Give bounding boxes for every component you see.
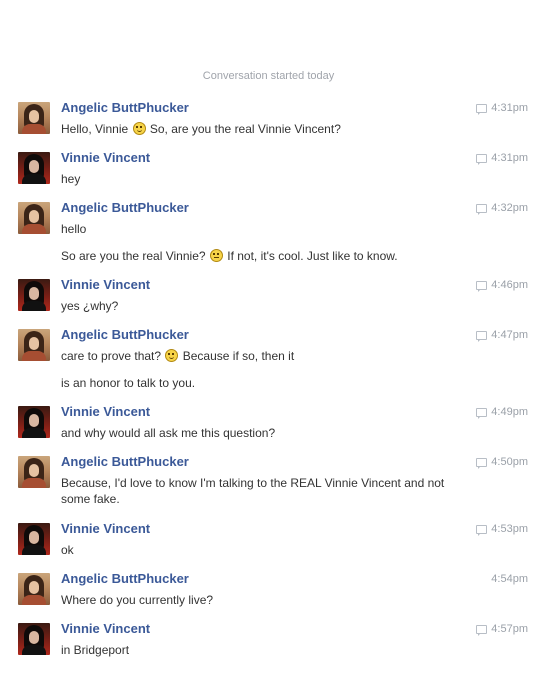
chat-bubble-icon bbox=[476, 624, 488, 636]
message-timestamp: 4:49pm bbox=[476, 406, 528, 419]
message-timestamp: 4:32pm bbox=[476, 202, 528, 215]
message-text: in Bridgeport bbox=[61, 643, 130, 657]
sender-name-link[interactable]: Angelic ButtPhucker bbox=[61, 100, 189, 115]
timestamp-label: 4:57pm bbox=[491, 623, 528, 635]
chat-bubble-icon bbox=[476, 203, 488, 215]
timestamp-label: 4:46pm bbox=[491, 279, 528, 291]
message-timestamp: 4:31pm bbox=[476, 152, 528, 165]
timestamp-label: 4:31pm bbox=[491, 152, 528, 164]
message-text: yes ¿why? bbox=[61, 299, 119, 313]
avatar[interactable] bbox=[18, 329, 50, 361]
message-text: So are you the real Vinnie? If not, it's… bbox=[61, 249, 481, 264]
timestamp-label: 4:47pm bbox=[491, 329, 528, 341]
timestamp-label: 4:53pm bbox=[491, 523, 528, 535]
avatar[interactable] bbox=[18, 202, 50, 234]
chat-bubble-icon bbox=[476, 103, 488, 115]
chat-bubble-icon bbox=[476, 153, 488, 165]
conversation-started-label: Conversation started today bbox=[202, 70, 335, 82]
message-text: Because, I'd love to know I'm talking to… bbox=[61, 476, 445, 490]
avatar[interactable] bbox=[18, 523, 50, 555]
message-timestamp: 4:47pm bbox=[476, 329, 528, 342]
chat-bubble-icon bbox=[476, 407, 488, 419]
chat-bubble-icon bbox=[476, 330, 488, 342]
sender-name-link[interactable]: Angelic ButtPhucker bbox=[61, 571, 189, 586]
unsure-smiley-icon bbox=[209, 249, 223, 262]
sender-name-link[interactable]: Angelic ButtPhucker bbox=[61, 454, 189, 469]
sender-name-link[interactable]: Vinnie Vincent bbox=[61, 521, 150, 536]
message-text: some fake. bbox=[61, 492, 120, 506]
message-text: is an honor to talk to you. bbox=[61, 376, 196, 390]
sender-name-link[interactable]: Vinnie Vincent bbox=[61, 277, 150, 292]
message-timestamp: 4:46pm bbox=[476, 279, 528, 292]
message-text-part: If not, it's cool. Just like to know. bbox=[227, 249, 398, 263]
message-text-part: So, are you the real Vinnie Vincent? bbox=[149, 122, 341, 136]
sender-name-link[interactable]: Vinnie Vincent bbox=[61, 150, 150, 165]
message-timestamp: 4:31pm bbox=[476, 102, 528, 115]
chat-bubble-icon bbox=[476, 457, 488, 469]
timestamp-label: 4:32pm bbox=[491, 202, 528, 214]
message-text: and why would all ask me this question? bbox=[61, 426, 276, 440]
message-text-part: Hello, Vinnie bbox=[61, 122, 129, 136]
sender-name-link[interactable]: Vinnie Vincent bbox=[61, 404, 150, 419]
message-text: ok bbox=[61, 543, 74, 557]
message-text: Hello, Vinnie So, are you the real Vinni… bbox=[61, 122, 481, 137]
avatar[interactable] bbox=[18, 623, 50, 655]
message-text: hello bbox=[61, 222, 87, 236]
timestamp-label: 4:49pm bbox=[491, 406, 528, 418]
message-text: care to prove that? Because if so, then … bbox=[61, 349, 481, 364]
message-timestamp: 4:53pm bbox=[476, 523, 528, 536]
message-text: hey bbox=[61, 172, 81, 186]
avatar[interactable] bbox=[18, 152, 50, 184]
sender-name-link[interactable]: Angelic ButtPhucker bbox=[61, 200, 189, 215]
message-timestamp: 4:57pm bbox=[476, 623, 528, 636]
avatar[interactable] bbox=[18, 406, 50, 438]
avatar[interactable] bbox=[18, 456, 50, 488]
message-text-part: care to prove that? bbox=[61, 349, 162, 363]
avatar[interactable] bbox=[18, 573, 50, 605]
timestamp-label: 4:31pm bbox=[491, 102, 528, 114]
avatar[interactable] bbox=[18, 102, 50, 134]
avatar[interactable] bbox=[18, 279, 50, 311]
timestamp-label: 4:50pm bbox=[491, 456, 528, 468]
smiley-icon bbox=[132, 122, 146, 135]
message-text-part: So are you the real Vinnie? bbox=[61, 249, 206, 263]
chat-bubble-icon bbox=[476, 524, 488, 536]
message-timestamp: 4:54pm bbox=[491, 573, 528, 585]
sender-name-link[interactable]: Vinnie Vincent bbox=[61, 621, 150, 636]
message-timestamp: 4:50pm bbox=[476, 456, 528, 469]
message-text: Where do you currently live? bbox=[61, 593, 214, 607]
sender-name-link[interactable]: Angelic ButtPhucker bbox=[61, 327, 189, 342]
message-text-part: Because if so, then it bbox=[182, 349, 295, 363]
chat-bubble-icon bbox=[476, 280, 488, 292]
timestamp-label: 4:54pm bbox=[491, 573, 528, 585]
smiley-icon bbox=[165, 349, 179, 362]
